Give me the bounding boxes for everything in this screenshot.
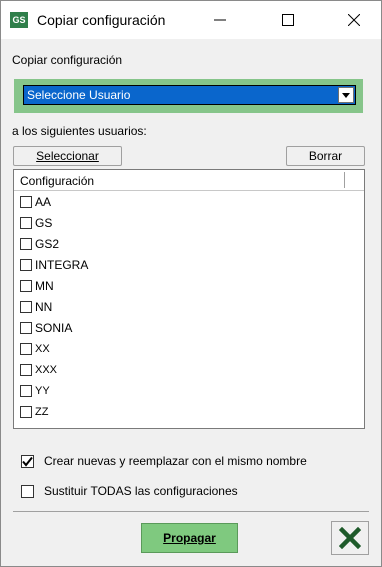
list-item-aa[interactable]: AA bbox=[20, 193, 51, 211]
user-name: SONIA bbox=[35, 321, 73, 335]
create-replace-label: Crear nuevas y reemplazar con el mismo n… bbox=[44, 454, 307, 468]
list-header[interactable]: Configuración bbox=[14, 170, 364, 191]
user-checkbox[interactable] bbox=[20, 322, 32, 334]
select-all-button[interactable]: Seleccionar bbox=[13, 146, 122, 166]
user-name: ZZ bbox=[35, 406, 49, 418]
option-replace-all[interactable]: Sustituir TODAS las configuraciones bbox=[21, 484, 238, 498]
user-checkbox[interactable] bbox=[20, 259, 32, 271]
user-name: GS bbox=[35, 216, 53, 230]
replace-all-checkbox[interactable] bbox=[21, 484, 34, 498]
user-checkbox[interactable] bbox=[20, 301, 32, 313]
close-window-button[interactable] bbox=[331, 1, 377, 39]
clear-button[interactable]: Borrar bbox=[286, 146, 365, 166]
user-name: INTEGRA bbox=[35, 258, 89, 272]
user-name: XXX bbox=[35, 364, 58, 376]
list-item-integra[interactable]: INTEGRA bbox=[20, 256, 88, 274]
propagate-button-label: Propagar bbox=[163, 531, 216, 545]
user-name: AA bbox=[35, 195, 52, 209]
select-all-button-label: Seleccionar bbox=[36, 149, 99, 163]
list-item-sonia[interactable]: SONIA bbox=[20, 319, 72, 337]
title-bar[interactable]: GS Copiar configuración bbox=[1, 1, 381, 39]
clear-button-label: Borrar bbox=[308, 149, 343, 163]
user-checkbox[interactable] bbox=[20, 217, 32, 229]
targets-label: a los siguientes usuarios: bbox=[12, 124, 147, 138]
source-user-select[interactable]: Seleccione Usuario bbox=[23, 85, 356, 105]
list-item-mn[interactable]: MN bbox=[20, 277, 54, 295]
create-replace-checkbox[interactable] bbox=[21, 454, 34, 468]
column-separator[interactable] bbox=[344, 172, 347, 188]
user-name: XX bbox=[35, 343, 50, 355]
user-checkbox[interactable] bbox=[20, 406, 32, 418]
maximize-icon bbox=[282, 14, 294, 26]
source-user-select-value: Seleccione Usuario bbox=[27, 88, 131, 102]
cancel-x-icon bbox=[339, 527, 361, 549]
list-item-gs[interactable]: GS bbox=[20, 214, 52, 232]
list-item-xxx[interactable]: XXX bbox=[20, 361, 57, 379]
app-icon: GS bbox=[10, 12, 28, 28]
window-title: Copiar configuración bbox=[37, 12, 166, 28]
dropdown-arrow-button[interactable] bbox=[338, 87, 354, 103]
close-icon bbox=[348, 14, 360, 26]
footer-divider bbox=[13, 511, 369, 512]
list-item-zz[interactable]: ZZ bbox=[20, 403, 48, 421]
user-checkbox[interactable] bbox=[20, 364, 32, 376]
dialog-window: GS Copiar configuración Copiar configura… bbox=[0, 0, 382, 567]
list-item-nn[interactable]: NN bbox=[20, 298, 52, 316]
user-checkbox[interactable] bbox=[20, 385, 32, 397]
minimize-icon bbox=[214, 19, 226, 21]
check-icon bbox=[22, 456, 33, 467]
user-name: MN bbox=[35, 279, 54, 293]
propagate-button[interactable]: Propagar bbox=[141, 523, 238, 553]
option-create-replace[interactable]: Crear nuevas y reemplazar con el mismo n… bbox=[21, 454, 307, 468]
user-checkbox[interactable] bbox=[20, 280, 32, 292]
user-checkbox[interactable] bbox=[20, 343, 32, 355]
user-name: YY bbox=[35, 385, 50, 397]
list-item-gs2[interactable]: GS2 bbox=[20, 235, 59, 253]
maximize-button[interactable] bbox=[265, 1, 311, 39]
users-list[interactable]: Configuración AA GS GS2 INTEGRA MN NN SO… bbox=[13, 169, 365, 429]
list-item-yy[interactable]: YY bbox=[20, 382, 50, 400]
list-item-xx[interactable]: XX bbox=[20, 340, 50, 358]
replace-all-label: Sustituir TODAS las configuraciones bbox=[44, 484, 238, 498]
chevron-down-icon bbox=[342, 92, 350, 98]
list-header-label: Configuración bbox=[20, 174, 95, 188]
minimize-button[interactable] bbox=[197, 1, 243, 39]
user-checkbox[interactable] bbox=[20, 196, 32, 208]
source-label: Copiar configuración bbox=[12, 53, 123, 67]
cancel-button[interactable] bbox=[331, 521, 369, 555]
user-name: GS2 bbox=[35, 237, 60, 251]
user-checkbox[interactable] bbox=[20, 238, 32, 250]
user-name: NN bbox=[35, 300, 53, 314]
